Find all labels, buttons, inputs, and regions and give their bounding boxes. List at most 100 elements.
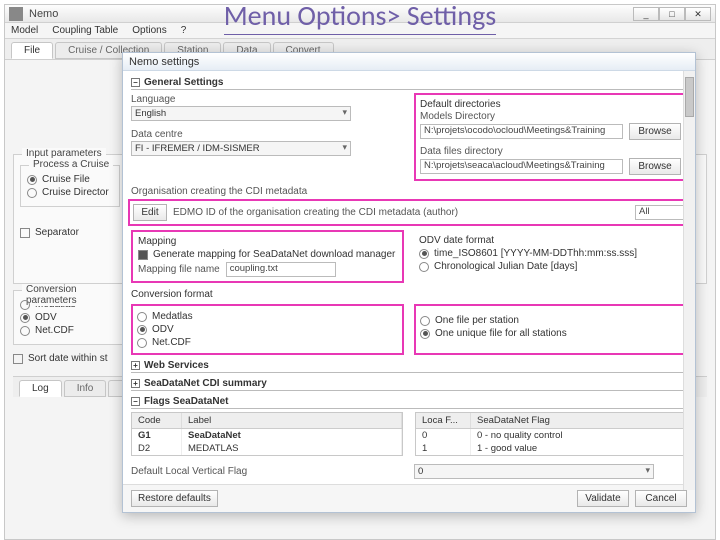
th-sdnflag[interactable]: SeaDataNet Flag	[471, 413, 686, 428]
radio-one-all-label: One unique file for all stations	[435, 328, 567, 339]
menubar: Model Coupling Table Options ?	[5, 23, 715, 39]
main-titlebar: Nemo _ □ ✕	[5, 5, 715, 23]
restore-defaults-button[interactable]: Restore defaults	[131, 490, 218, 507]
data-dir-input[interactable]: N:\projets\seaca\acloud\Meetings&Trainin…	[420, 159, 623, 174]
expand-icon[interactable]: +	[131, 379, 140, 388]
window-buttons: _ □ ✕	[633, 7, 711, 21]
radio-one-per-station-label: One file per station	[435, 315, 519, 326]
mapping-group: Mapping Generate mapping for SeaDataNet …	[131, 230, 404, 283]
radio-julian[interactable]: Chronological Julian Date [days]	[419, 261, 682, 272]
app-icon	[9, 7, 23, 21]
collapse-icon[interactable]: –	[131, 397, 140, 406]
th-code[interactable]: Code	[132, 413, 182, 428]
odv-date-title: ODV date format	[419, 235, 494, 246]
organisation-id-input[interactable]: All	[635, 205, 685, 220]
section-general[interactable]: – General Settings	[131, 77, 687, 90]
maximize-button[interactable]: □	[659, 7, 685, 21]
radio-medatlas-label: Medatlas	[152, 311, 193, 322]
section-flags-label: Flags SeaDataNet	[144, 396, 228, 407]
scrollbar-thumb[interactable]	[685, 77, 694, 117]
radio-cruise-dir[interactable]: Cruise Director	[27, 187, 113, 198]
general-left: Language English Data centre FI - IFREME…	[131, 93, 404, 181]
language-label: Language	[131, 94, 176, 105]
flags-table-right[interactable]: Loca F... SeaDataNet Flag 0 0 - no quali…	[415, 412, 687, 456]
default-flag-combo[interactable]: 0	[414, 464, 654, 479]
cancel-button[interactable]: Cancel	[635, 490, 687, 507]
th-label[interactable]: Label	[182, 413, 402, 428]
radio-netcdf-sm[interactable]: Net.CDF	[20, 325, 116, 336]
organisation-hint: EDMO ID of the organisation creating the…	[173, 207, 629, 218]
section-cdi-summary[interactable]: + SeaDataNet CDI summary	[131, 378, 687, 391]
tab-info[interactable]: Info	[64, 380, 107, 397]
radio-netcdf-sm-label: Net.CDF	[35, 325, 74, 336]
radio-medatlas[interactable]: Medatlas	[137, 311, 398, 322]
radio-odv[interactable]: ODV	[137, 324, 398, 335]
td: 0 - no quality control	[471, 429, 686, 442]
tab-file[interactable]: File	[11, 42, 53, 59]
radio-julian-label: Chronological Julian Date [days]	[434, 261, 577, 272]
conv-left: Medatlas ODV Net.CDF	[131, 304, 404, 355]
radio-odv-label: ODV	[152, 324, 174, 335]
app-title: Nemo	[29, 8, 58, 20]
default-dirs-group: Default directories Models Directory N:\…	[414, 93, 687, 181]
radio-cruise-file-label: Cruise File	[42, 174, 90, 185]
td: MEDATLAS	[182, 442, 402, 455]
mapping-title: Mapping	[138, 236, 176, 247]
dialog-scrollbar[interactable]	[683, 71, 695, 490]
datacentre-combo[interactable]: FI - IFREMER / IDM-SISMER	[131, 141, 351, 156]
close-button[interactable]: ✕	[685, 7, 711, 21]
default-flag-value: 0	[418, 466, 423, 477]
th-local[interactable]: Loca F...	[416, 413, 471, 428]
td: G1	[132, 429, 182, 442]
odv-date-group: ODV date format time_ISO8601 [YYYY-MM-DD…	[414, 230, 687, 283]
conversion-legend: Conversion parameters	[22, 284, 122, 306]
radio-cruise-dir-label: Cruise Director	[42, 187, 109, 198]
models-dir-label: Models Directory	[420, 111, 495, 122]
conv-right: One file per station One unique file for…	[414, 304, 687, 355]
data-dir-label: Data files directory	[420, 146, 503, 157]
settings-footer: Restore defaults Validate Cancel	[123, 484, 695, 512]
minimize-button[interactable]: _	[633, 7, 659, 21]
settings-title: Nemo settings	[129, 56, 199, 68]
radio-netcdf-label: Net.CDF	[152, 337, 191, 348]
expand-icon[interactable]: +	[131, 361, 140, 370]
menu-coupling-table[interactable]: Coupling Table	[52, 25, 118, 36]
section-web-services[interactable]: + Web Services	[131, 360, 687, 373]
collapse-icon[interactable]: –	[131, 78, 140, 87]
settings-body: – General Settings Language English Data…	[123, 71, 695, 484]
menu-model[interactable]: Model	[11, 25, 38, 36]
section-cdi-summary-label: SeaDataNet CDI summary	[144, 378, 267, 389]
td: D2	[132, 442, 182, 455]
td: 1 - good value	[471, 442, 686, 455]
datacentre-label: Data centre	[131, 129, 183, 140]
radio-one-per-station[interactable]: One file per station	[420, 315, 681, 326]
radio-netcdf[interactable]: Net.CDF	[137, 337, 398, 348]
menu-options[interactable]: Options	[132, 25, 166, 36]
validate-button[interactable]: Validate	[577, 490, 629, 507]
sort-date-label: Sort date within st	[28, 353, 107, 364]
radio-iso8601-label: time_ISO8601 [YYYY-MM-DDThh:mm:ss.sss]	[434, 248, 637, 259]
generate-mapping-check[interactable]: Generate mapping for SeaDataNet download…	[138, 249, 397, 260]
mapping-file-input[interactable]: coupling.txt	[226, 262, 336, 277]
radio-iso8601[interactable]: time_ISO8601 [YYYY-MM-DDThh:mm:ss.sss]	[419, 248, 682, 259]
radio-odv-sm[interactable]: ODV	[20, 312, 116, 323]
generate-mapping-label: Generate mapping for SeaDataNet download…	[153, 249, 395, 260]
models-dir-input[interactable]: N:\projets\ocodo\ocloud\Meetings&Trainin…	[420, 124, 623, 139]
organisation-label: Organisation creating the CDI metadata	[131, 186, 307, 197]
mapping-file-label: Mapping file name	[138, 264, 220, 275]
default-flag-label: Default Local Vertical Flag	[131, 466, 247, 477]
section-general-label: General Settings	[144, 77, 223, 88]
radio-one-all[interactable]: One unique file for all stations	[420, 328, 681, 339]
tab-log[interactable]: Log	[19, 380, 62, 397]
section-flags[interactable]: – Flags SeaDataNet	[131, 396, 687, 409]
radio-cruise-file[interactable]: Cruise File	[27, 174, 113, 185]
edit-button[interactable]: Edit	[133, 204, 167, 221]
data-dir-browse-button[interactable]: Browse	[629, 158, 681, 175]
input-parameters-legend: Input parameters	[22, 148, 106, 159]
td: SeaDataNet	[182, 429, 402, 442]
td: 1	[416, 442, 471, 455]
models-dir-browse-button[interactable]: Browse	[629, 123, 681, 140]
language-combo[interactable]: English	[131, 106, 351, 121]
menu-help[interactable]: ?	[181, 25, 187, 36]
flags-table-left[interactable]: Code Label G1 SeaDataNet D2 MEDATLAS	[131, 412, 403, 456]
